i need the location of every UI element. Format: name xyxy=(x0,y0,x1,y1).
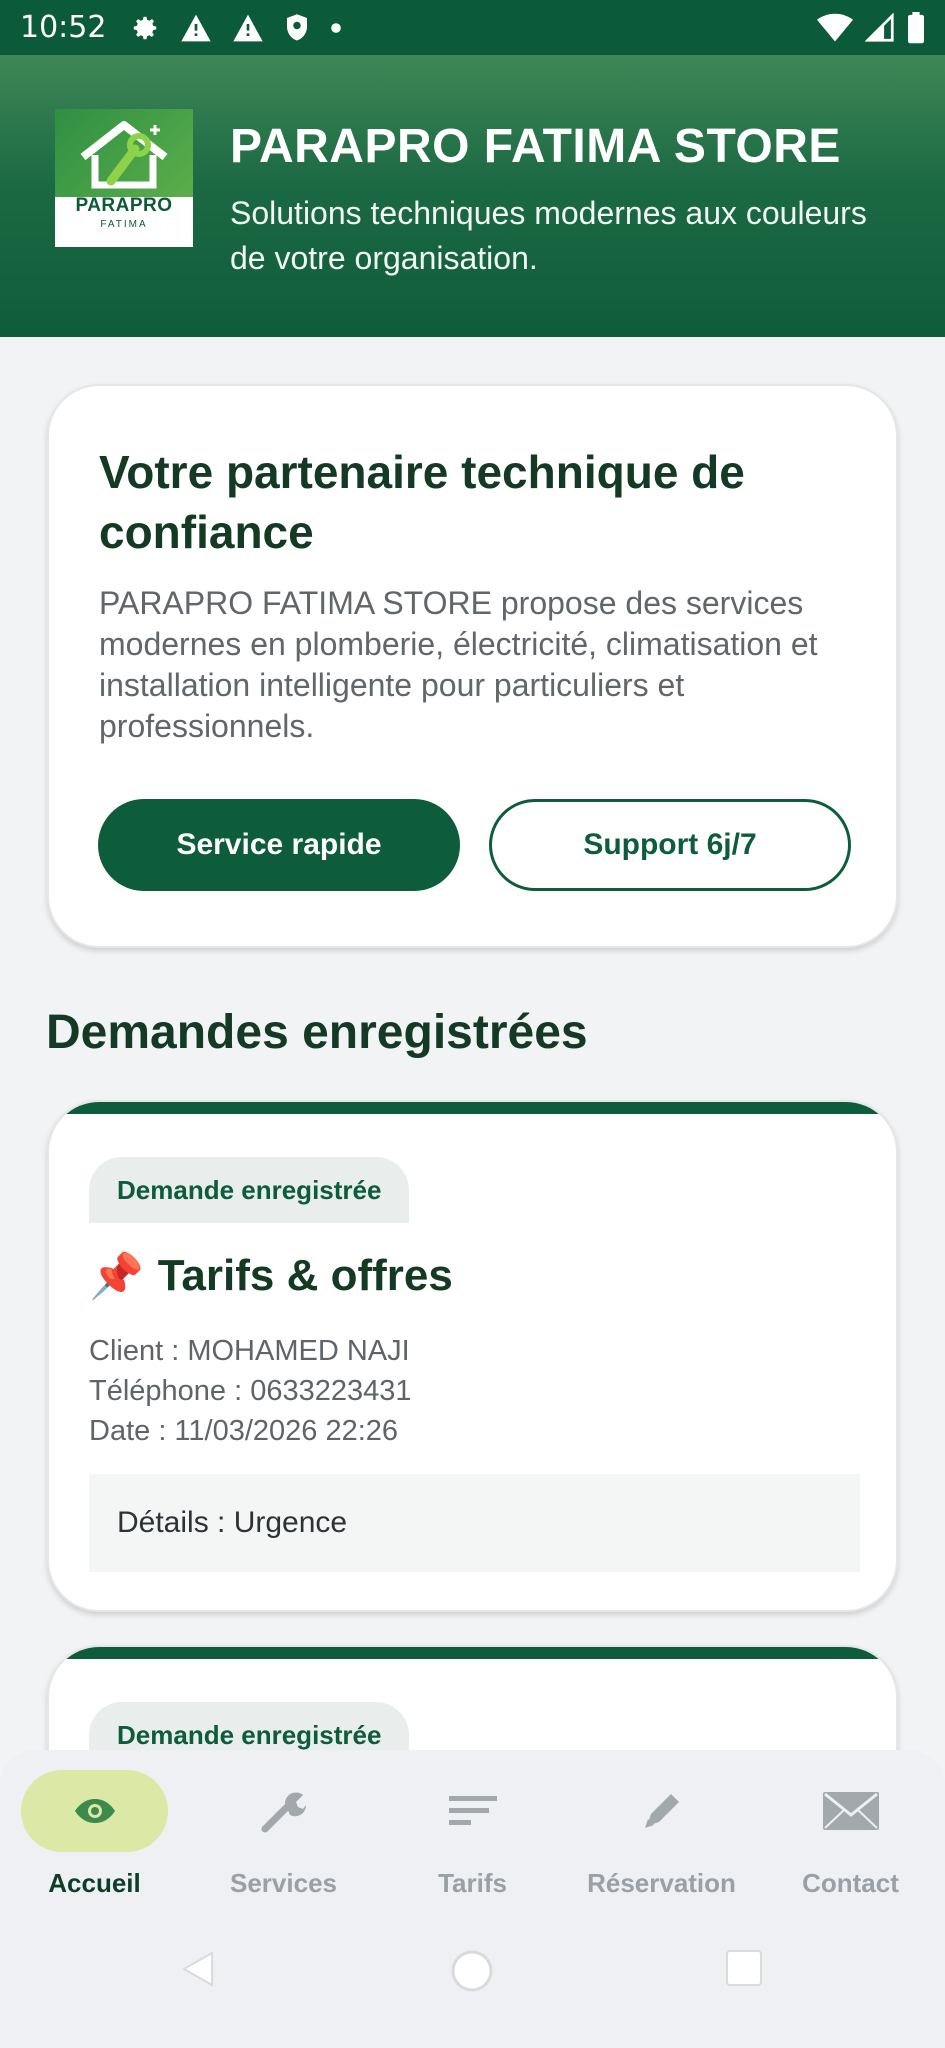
app-header: PARAPRO FATIMA PARAPRO FATIMA STORE Solu… xyxy=(0,55,945,337)
pencil-icon xyxy=(644,1794,679,1828)
shield-icon xyxy=(284,13,310,43)
home-button[interactable] xyxy=(450,1949,494,1993)
brand-logo: PARAPRO FATIMA xyxy=(55,109,193,247)
request-phone: Téléphone : 0633223431 xyxy=(89,1375,412,1407)
status-badge: Demande enregistrée xyxy=(89,1157,410,1223)
section-title: Demandes enregistrées xyxy=(46,1006,588,1059)
request-card[interactable]: Demande enregistrée 📌 Tarifs & offres Cl… xyxy=(47,1100,898,1612)
nav-item-services[interactable]: Services xyxy=(189,1770,369,1898)
battery-icon xyxy=(907,11,925,44)
logo-subtext: FATIMA xyxy=(100,219,148,230)
nav-item-reservation[interactable]: Réservation xyxy=(567,1770,747,1898)
back-button[interactable] xyxy=(180,1949,216,1989)
request-date: Date : 11/03/2026 22:26 xyxy=(89,1415,399,1447)
app-subtitle: Solutions techniques modernes aux couleu… xyxy=(230,195,867,276)
recents-button[interactable] xyxy=(725,1949,763,1987)
logo-text: PARAPRO xyxy=(75,195,173,216)
hero-description: PARAPRO FATIMA STORE propose des service… xyxy=(99,585,818,744)
wifi-icon xyxy=(817,13,853,43)
service-rapide-button[interactable]: Service rapide xyxy=(98,799,460,891)
dot-icon xyxy=(330,22,342,34)
system-navigation-bar xyxy=(0,1894,945,2048)
request-title: 📌 Tarifs & offres xyxy=(89,1250,453,1302)
envelope-icon xyxy=(822,1792,879,1830)
support-button[interactable]: Support 6j/7 xyxy=(489,799,851,891)
back-triangle-icon xyxy=(181,1951,213,1987)
hero-card: Votre partenaire technique de confiance … xyxy=(47,384,898,948)
nav-active-indicator xyxy=(21,1770,168,1852)
nav-item-contact[interactable]: Contact xyxy=(756,1770,936,1898)
wrench-icon xyxy=(261,1792,306,1833)
request-client: Client : MOHAMED NAJI xyxy=(89,1335,410,1367)
house-wrench-icon xyxy=(80,121,168,189)
nav-item-accueil[interactable]: Accueil xyxy=(0,1770,180,1898)
warning-icon xyxy=(180,13,212,43)
request-title-text: Tarifs & offres xyxy=(157,1251,453,1300)
card-accent-bar xyxy=(49,1102,896,1114)
recents-square-icon xyxy=(726,1950,762,1986)
bottom-navigation: Accueil Services Tarifs Réservation Cont… xyxy=(0,1750,945,1898)
app-title: PARAPRO FATIMA STORE xyxy=(230,120,841,173)
eye-icon xyxy=(74,1799,115,1823)
status-bar: 10:52 xyxy=(0,0,945,55)
nav-item-tarifs[interactable]: Tarifs xyxy=(378,1770,558,1898)
card-accent-bar xyxy=(49,1647,896,1659)
lines-icon xyxy=(448,1796,497,1825)
pin-icon: 📌 xyxy=(89,1252,144,1301)
status-time: 10:52 xyxy=(20,10,107,45)
signal-icon xyxy=(865,12,895,43)
hero-title: Votre partenaire technique de confiance xyxy=(99,446,745,558)
home-circle-icon xyxy=(451,1950,493,1992)
settings-icon xyxy=(130,13,160,43)
request-details: Détails : Urgence xyxy=(89,1474,860,1572)
request-info: Client : MOHAMED NAJI Téléphone : 063322… xyxy=(89,1331,412,1451)
warning-icon xyxy=(232,13,264,43)
